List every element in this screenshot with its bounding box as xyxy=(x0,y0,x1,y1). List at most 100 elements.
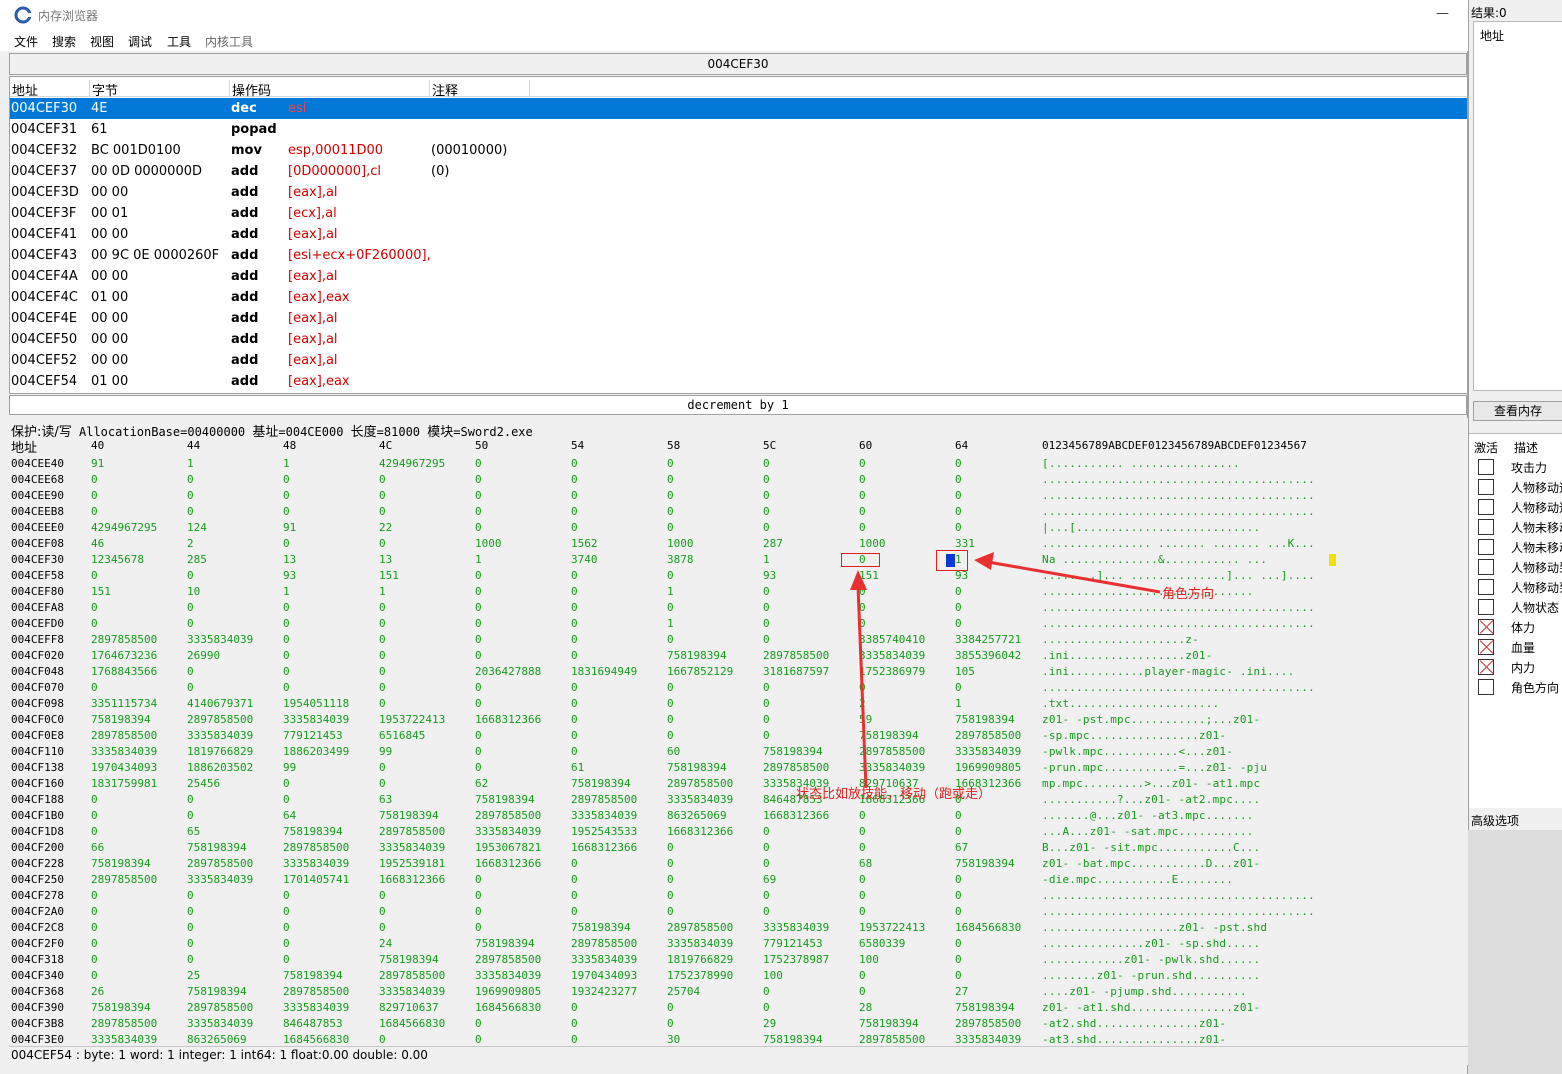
hex-value[interactable]: 2897858500 xyxy=(283,984,349,1000)
hex-value[interactable]: 99 xyxy=(283,760,296,776)
hex-value[interactable]: 3740 xyxy=(571,552,598,568)
hex-value[interactable]: 0 xyxy=(379,760,386,776)
hex-view[interactable]: 保护:读/写 AllocationBase=00400000 基址=004CE0… xyxy=(9,418,1468,1046)
hex-value[interactable]: 0 xyxy=(475,584,482,600)
hex-value[interactable]: 3855396042 xyxy=(955,648,1021,664)
hex-value[interactable]: 124 xyxy=(187,520,207,536)
activate-checkbox[interactable] xyxy=(1478,679,1494,695)
hex-value[interactable]: 1952539181 xyxy=(379,856,445,872)
hex-value[interactable]: 0 xyxy=(283,504,290,520)
hex-value[interactable]: 758198394 xyxy=(475,792,535,808)
activate-checkbox[interactable] xyxy=(1478,619,1494,635)
hex-value[interactable]: 0 xyxy=(187,600,194,616)
hex-value[interactable]: 0 xyxy=(859,968,866,984)
hex-value[interactable]: 0 xyxy=(763,712,770,728)
hex-value[interactable]: 0 xyxy=(859,808,866,824)
hex-value[interactable]: 0 xyxy=(955,952,962,968)
hex-value[interactable]: 0 xyxy=(91,472,98,488)
hex-value[interactable]: 1970434093 xyxy=(571,968,637,984)
hex-row[interactable]: 004CF200 66 758198394 2897858500 3335834039 1… xyxy=(9,840,1468,856)
hex-value[interactable]: 1932423277 xyxy=(571,984,637,1000)
hex-row[interactable]: 004CEF80 151 10 1 1 0 0 1 0 0 0 ..................… xyxy=(9,584,1468,600)
cheat-entry[interactable]: 人物状态 xyxy=(1469,596,1562,616)
hex-value[interactable]: 1701405741 xyxy=(283,872,349,888)
hex-value[interactable]: 0 xyxy=(571,600,578,616)
hex-value[interactable]: 0 xyxy=(763,680,770,696)
hex-row[interactable]: 004CF138 1970434093 1886203502 99 0 0 61 758198… xyxy=(9,760,1468,776)
hex-value[interactable]: 0 xyxy=(91,488,98,504)
hex-value[interactable]: 2897858500 xyxy=(763,648,829,664)
hex-value[interactable]: 0 xyxy=(763,472,770,488)
disasm-row[interactable]: 004CEF4C 01 00 add [eax],eax xyxy=(10,287,1467,308)
hex-value[interactable]: 0 xyxy=(379,488,386,504)
hex-row[interactable]: 004CF098 3351115734 4140679371 1954051118 0 0… xyxy=(9,696,1468,712)
hex-value[interactable]: 93 xyxy=(283,568,296,584)
hex-value[interactable]: 0 xyxy=(571,696,578,712)
hex-value[interactable]: 91 xyxy=(91,456,104,472)
cheat-entry[interactable]: 人物移动到 xyxy=(1469,556,1562,576)
hex-value[interactable]: 1 xyxy=(283,584,290,600)
hex-row[interactable]: 004CF020 1764673236 26990 0 0 0 0 758198394 2897… xyxy=(9,648,1468,664)
hex-value[interactable]: 0 xyxy=(667,504,674,520)
hex-value[interactable]: 24 xyxy=(379,936,392,952)
hex-value[interactable]: 0 xyxy=(571,680,578,696)
hex-value[interactable]: 0 xyxy=(283,488,290,504)
hex-value[interactable]: 0 xyxy=(187,664,194,680)
hex-value[interactable]: 1752378987 xyxy=(763,952,829,968)
hex-value[interactable]: 0 xyxy=(571,1000,578,1016)
hex-value[interactable]: 0 xyxy=(475,904,482,920)
hex-value[interactable]: 0 xyxy=(379,776,386,792)
hex-value[interactable]: 0 xyxy=(763,584,770,600)
hex-value[interactable]: 0 xyxy=(283,600,290,616)
hex-value[interactable]: 0 xyxy=(475,696,482,712)
hex-value[interactable]: 0 xyxy=(475,488,482,504)
hex-value[interactable]: 758198394 xyxy=(187,984,247,1000)
hex-value[interactable]: 758198394 xyxy=(283,824,343,840)
hex-value[interactable]: 1952543533 xyxy=(571,824,637,840)
hex-row[interactable]: 004CEFA8 0 0 0 0 0 0 0 0 0 0......................… xyxy=(9,600,1468,616)
hex-row[interactable]: 004CF0E8 2897858500 3335834039 779121453 651… xyxy=(9,728,1468,744)
hex-value[interactable]: 758198394 xyxy=(283,968,343,984)
cheat-entry[interactable]: 血量 xyxy=(1469,636,1562,656)
disasm-row[interactable]: 004CEF4A 00 00 add [eax],al xyxy=(10,266,1467,287)
hex-value[interactable]: 1954051118 xyxy=(283,696,349,712)
hex-value[interactable]: 1668312366 xyxy=(475,856,541,872)
menu-view[interactable]: 视图 xyxy=(90,33,114,50)
hex-row[interactable]: 004CF278 0 0 0 0 0 0 0 0 0 0......................… xyxy=(9,888,1468,904)
cheat-entry[interactable]: 人物未移动 xyxy=(1469,536,1562,556)
hex-value[interactable]: 1668312366 xyxy=(475,712,541,728)
hex-value[interactable]: 2897858500 xyxy=(475,808,541,824)
hex-value[interactable]: 2897858500 xyxy=(859,744,925,760)
hex-value[interactable]: 0 xyxy=(667,520,674,536)
hex-value[interactable]: 0 xyxy=(859,616,866,632)
hex-value[interactable]: 0 xyxy=(187,792,194,808)
hex-value[interactable]: 0 xyxy=(91,824,98,840)
hex-value[interactable]: 846487853 xyxy=(283,1016,343,1032)
hex-value[interactable]: 0 xyxy=(763,840,770,856)
hex-value[interactable]: 13 xyxy=(379,552,392,568)
hex-value[interactable]: 6516845 xyxy=(379,728,425,744)
hex-row[interactable]: 004CF2F0 0 0 0 24 758198394 2897858500 33358340… xyxy=(9,936,1468,952)
hex-value[interactable]: 151 xyxy=(859,568,879,584)
disasm-row[interactable]: 004CEF4E 00 00 add [eax],al xyxy=(10,308,1467,329)
hex-value[interactable]: 3385740410 xyxy=(859,632,925,648)
hex-value[interactable]: 0 xyxy=(571,904,578,920)
hex-value[interactable]: 0 xyxy=(859,600,866,616)
hex-row[interactable]: 004CF160 1831759981 25456 0 0 62 758198394 2897… xyxy=(9,776,1468,792)
hex-value[interactable]: 758198394 xyxy=(667,648,727,664)
hex-value[interactable]: 3335834039 xyxy=(379,984,445,1000)
hex-value[interactable]: 0 xyxy=(763,824,770,840)
hex-value[interactable]: 0 xyxy=(283,648,290,664)
hex-value[interactable]: 1 xyxy=(667,584,674,600)
hex-value[interactable]: 3335834039 xyxy=(379,840,445,856)
hex-value[interactable]: 3335834039 xyxy=(187,872,253,888)
hex-value[interactable]: 0 xyxy=(763,904,770,920)
hex-row[interactable]: 004CF070 0 0 0 0 0 0 0 0 0 0......................… xyxy=(9,680,1468,696)
hex-value[interactable]: 0 xyxy=(475,520,482,536)
disasm-row[interactable]: 004CEF52 00 00 add [eax],al xyxy=(10,350,1467,371)
disasm-row[interactable]: 004CEF41 00 00 add [eax],al xyxy=(10,224,1467,245)
hex-value[interactable]: 12345678 xyxy=(91,552,144,568)
hex-value[interactable]: 105 xyxy=(955,664,975,680)
address-bar[interactable]: 004CEF30 xyxy=(9,53,1467,75)
hex-value[interactable]: 0 xyxy=(379,632,386,648)
